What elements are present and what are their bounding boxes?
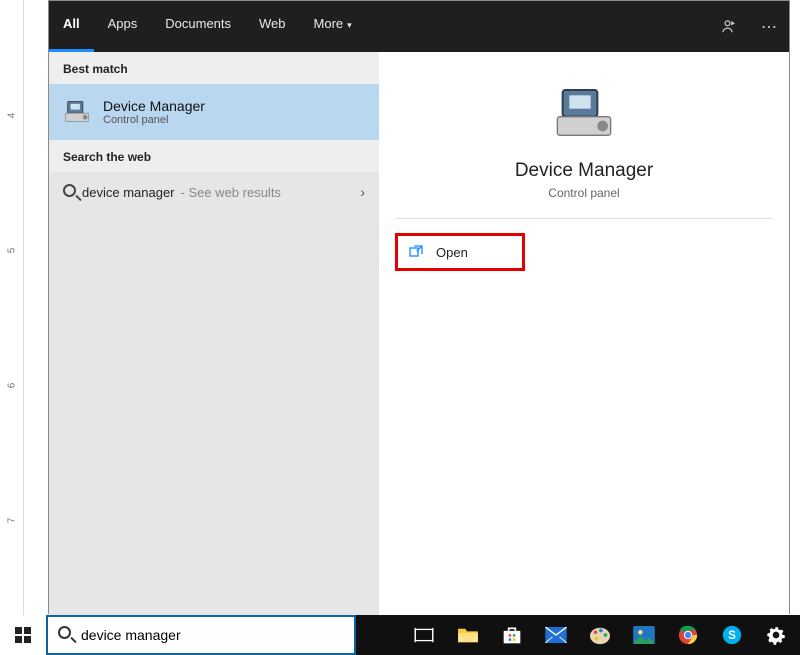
chevron-right-icon: ›: [360, 184, 365, 200]
photos-icon[interactable]: [622, 615, 666, 655]
vertical-ruler: 4 5 6 7: [0, 0, 24, 615]
preview-device-manager-icon: [552, 82, 616, 146]
ruler-tick: 6: [7, 376, 18, 396]
tab-documents[interactable]: Documents: [151, 1, 245, 52]
divider: [395, 218, 773, 219]
mail-icon[interactable]: [534, 615, 578, 655]
taskbar: S: [0, 615, 800, 655]
preview-pane: Device Manager Control panel Open: [379, 52, 789, 615]
ruler-tick: 4: [7, 106, 18, 126]
web-result-query: device manager: [82, 185, 175, 200]
best-match-subtitle: Control panel: [103, 114, 205, 126]
search-panel: All Apps Documents Web More ⋯ Best match…: [48, 0, 790, 614]
preview-subtitle: Control panel: [379, 186, 789, 200]
search-web-header: Search the web: [49, 140, 379, 172]
taskbar-search-input[interactable]: [81, 627, 344, 643]
store-icon[interactable]: [490, 615, 534, 655]
tab-web[interactable]: Web: [245, 1, 300, 52]
tab-all[interactable]: All: [49, 1, 94, 52]
task-view-icon[interactable]: [402, 615, 446, 655]
best-match-header: Best match: [49, 52, 379, 84]
file-explorer-icon[interactable]: [446, 615, 490, 655]
chrome-icon[interactable]: [666, 615, 710, 655]
paint-icon[interactable]: [578, 615, 622, 655]
skype-icon[interactable]: S: [710, 615, 754, 655]
results-list: Best match Device Manager Control panel …: [49, 52, 379, 615]
settings-icon[interactable]: [754, 615, 798, 655]
open-action[interactable]: Open: [395, 233, 525, 271]
ruler-tick: 5: [7, 241, 18, 261]
tab-more[interactable]: More: [300, 1, 366, 52]
taskbar-search[interactable]: [46, 615, 356, 655]
best-match-item[interactable]: Device Manager Control panel: [49, 84, 379, 140]
feedback-icon[interactable]: [709, 1, 749, 52]
web-result-hint: - See web results: [181, 185, 281, 200]
best-match-title: Device Manager: [103, 98, 205, 114]
tab-apps[interactable]: Apps: [94, 1, 152, 52]
web-result-item[interactable]: device manager - See web results ›: [49, 172, 379, 212]
more-options-icon[interactable]: ⋯: [749, 1, 789, 52]
windows-icon: [15, 627, 31, 643]
svg-text:S: S: [728, 629, 736, 642]
search-icon: [63, 184, 76, 200]
search-topbar: All Apps Documents Web More ⋯: [49, 1, 789, 52]
start-button[interactable]: [0, 615, 46, 655]
device-manager-icon: [63, 98, 91, 126]
preview-title: Device Manager: [379, 160, 789, 182]
search-icon: [58, 626, 71, 644]
ruler-tick: 7: [7, 511, 18, 531]
open-label: Open: [436, 245, 468, 260]
open-icon: [408, 244, 424, 260]
